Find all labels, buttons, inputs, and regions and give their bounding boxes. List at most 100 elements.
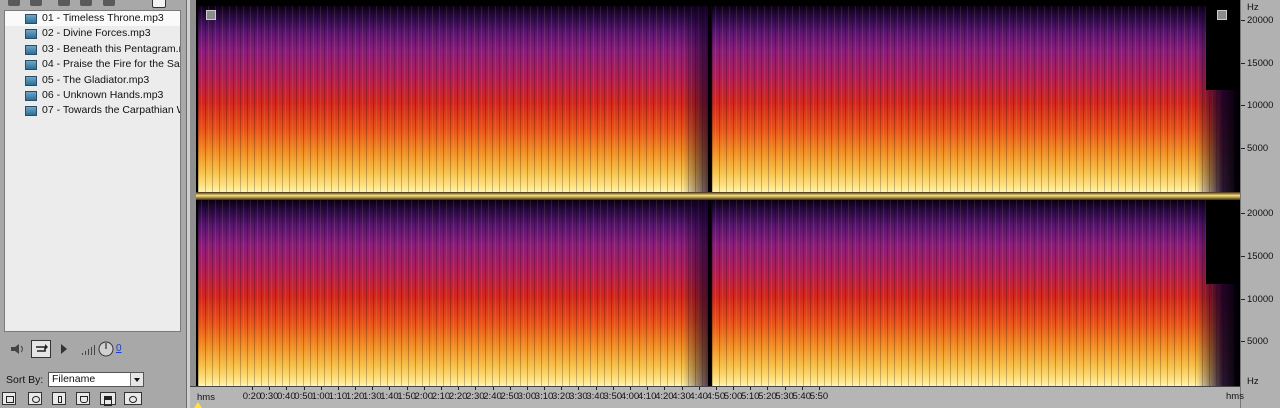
time-tick-label: 1:00 xyxy=(311,391,330,402)
files-panel: 01 - Timeless Throne.mp3 02 - Divine Forc… xyxy=(0,0,186,408)
time-tick-label: 1:30 xyxy=(363,391,382,402)
file-name: 05 - The Gladiator.mp3 xyxy=(42,73,150,86)
time-tick-label: 5:00 xyxy=(723,391,743,402)
panel-divider[interactable] xyxy=(186,0,190,408)
time-tick xyxy=(733,387,735,390)
loop-icon[interactable] xyxy=(31,340,51,358)
freq-tick xyxy=(1241,148,1245,149)
time-tick xyxy=(320,387,322,390)
file-name: 07 - Towards the Carpathian Win xyxy=(42,104,180,117)
time-tick-label: 3:00 xyxy=(517,391,537,402)
time-tick-label: 2:00 xyxy=(414,391,434,402)
time-tick xyxy=(423,387,425,390)
knob-icon[interactable] xyxy=(98,341,114,357)
time-tick-label: 2:40 xyxy=(483,391,502,402)
filter-icon[interactable] xyxy=(100,392,116,406)
properties-icon[interactable] xyxy=(58,0,70,6)
folder-open-icon[interactable] xyxy=(8,0,20,6)
file-list-item[interactable]: 03 - Beneath this Pentagram.mp3 xyxy=(5,42,180,57)
time-tick-label: 3:40 xyxy=(586,391,605,402)
info-icon[interactable] xyxy=(52,392,66,405)
file-list-item[interactable]: 07 - Towards the Carpathian Win xyxy=(5,103,180,118)
time-tick-label: 4:00 xyxy=(620,391,640,402)
time-tick xyxy=(681,387,683,390)
spectral-display[interactable] xyxy=(196,0,1240,408)
time-tick xyxy=(355,387,357,390)
time-unit-label-right: hms xyxy=(1226,391,1244,402)
speaker-icon[interactable] xyxy=(10,343,26,355)
freq-tick-label: 5000 xyxy=(1247,336,1269,347)
time-tick-label: 2:20 xyxy=(448,391,468,402)
copy-icon[interactable] xyxy=(152,0,166,8)
time-tick xyxy=(561,387,563,390)
play-icon[interactable] xyxy=(60,343,68,355)
time-tick xyxy=(664,387,666,390)
time-tick xyxy=(612,387,614,390)
time-tick xyxy=(647,387,649,390)
freq-tick-label: 10000 xyxy=(1247,294,1274,305)
file-list-item[interactable]: 05 - The Gladiator.mp3 xyxy=(5,73,180,88)
spectrogram-segment-1 xyxy=(198,200,710,386)
music-icon[interactable] xyxy=(76,392,90,405)
cd-icon[interactable] xyxy=(124,392,142,405)
channel-left-spectrogram[interactable] xyxy=(196,6,1240,192)
file-list-item[interactable]: 01 - Timeless Throne.mp3 xyxy=(5,11,180,27)
time-tick xyxy=(750,387,752,390)
playhead-marker[interactable] xyxy=(194,402,202,408)
time-tick xyxy=(509,387,511,390)
close-icon[interactable] xyxy=(30,0,42,6)
sort-label: Sort By: xyxy=(6,374,44,386)
time-tick-label: 2:10 xyxy=(431,391,451,402)
file-list-item[interactable]: 04 - Praise the Fire for the Sacran xyxy=(5,57,180,72)
time-tick xyxy=(389,387,391,390)
file-name: 01 - Timeless Throne.mp3 xyxy=(42,12,164,24)
file-list[interactable]: 01 - Timeless Throne.mp3 02 - Divine Forc… xyxy=(4,10,181,332)
save-icon[interactable] xyxy=(80,0,92,6)
settings-icon[interactable] xyxy=(103,0,115,6)
shuffle-icon[interactable] xyxy=(28,392,42,405)
freq-tick xyxy=(1241,256,1245,257)
time-tick xyxy=(578,387,580,390)
frequency-ruler[interactable]: Hz 20000 15000 10000 5000 20000 15000 10… xyxy=(1240,0,1280,408)
time-tick xyxy=(475,387,477,390)
zoom-corner-right-icon[interactable] xyxy=(1217,10,1227,20)
time-tick xyxy=(492,387,494,390)
volume-icon xyxy=(82,345,95,355)
freq-tick xyxy=(1241,105,1245,106)
time-tick-label: 1:50 xyxy=(397,391,416,402)
time-tick-label: 0:50 xyxy=(294,391,313,402)
time-tick-label: 1:20 xyxy=(345,391,365,402)
time-tick xyxy=(784,387,786,390)
time-tick xyxy=(337,387,339,390)
time-tick-label: 4:50 xyxy=(706,391,726,402)
playback-controls: 0 xyxy=(0,338,186,360)
time-tick xyxy=(801,387,803,390)
volume-value[interactable]: 0 xyxy=(116,343,122,354)
spectrogram-segment-1 xyxy=(198,6,710,192)
freq-tick xyxy=(1241,63,1245,64)
channel-right-spectrogram[interactable] xyxy=(196,200,1240,386)
freq-tick-label: 20000 xyxy=(1247,208,1274,219)
freq-tick xyxy=(1241,341,1245,342)
time-tick xyxy=(715,387,717,390)
file-actions-bar xyxy=(2,392,186,408)
zoom-corner-left-icon[interactable] xyxy=(206,10,216,20)
file-name: 02 - Divine Forces.mp3 xyxy=(42,27,151,40)
time-tick-label: 5:40 xyxy=(792,391,812,402)
time-ruler[interactable]: hms 0:20 0:30 0:40 0:50 1:00 1:10 1:20 1:30 1:40… xyxy=(190,386,1240,408)
time-tick-label: 4:40 xyxy=(689,391,708,402)
time-tick xyxy=(526,387,528,390)
file-list-item[interactable]: 02 - Divine Forces.mp3 xyxy=(5,26,180,41)
time-tick xyxy=(458,387,460,390)
time-tick-label: 3:20 xyxy=(551,391,571,402)
file-list-item[interactable]: 06 - Unknown Hands.mp3 xyxy=(5,88,180,103)
time-tick xyxy=(372,387,374,390)
time-tick xyxy=(303,387,305,390)
sort-select[interactable]: Filename xyxy=(48,372,144,387)
freq-tick-label: 10000 xyxy=(1247,100,1274,111)
fit-icon[interactable] xyxy=(2,392,16,405)
time-tick xyxy=(629,387,631,390)
freq-tick xyxy=(1241,20,1245,21)
file-name: 06 - Unknown Hands.mp3 xyxy=(42,88,164,101)
chevron-down-icon[interactable] xyxy=(130,373,143,386)
